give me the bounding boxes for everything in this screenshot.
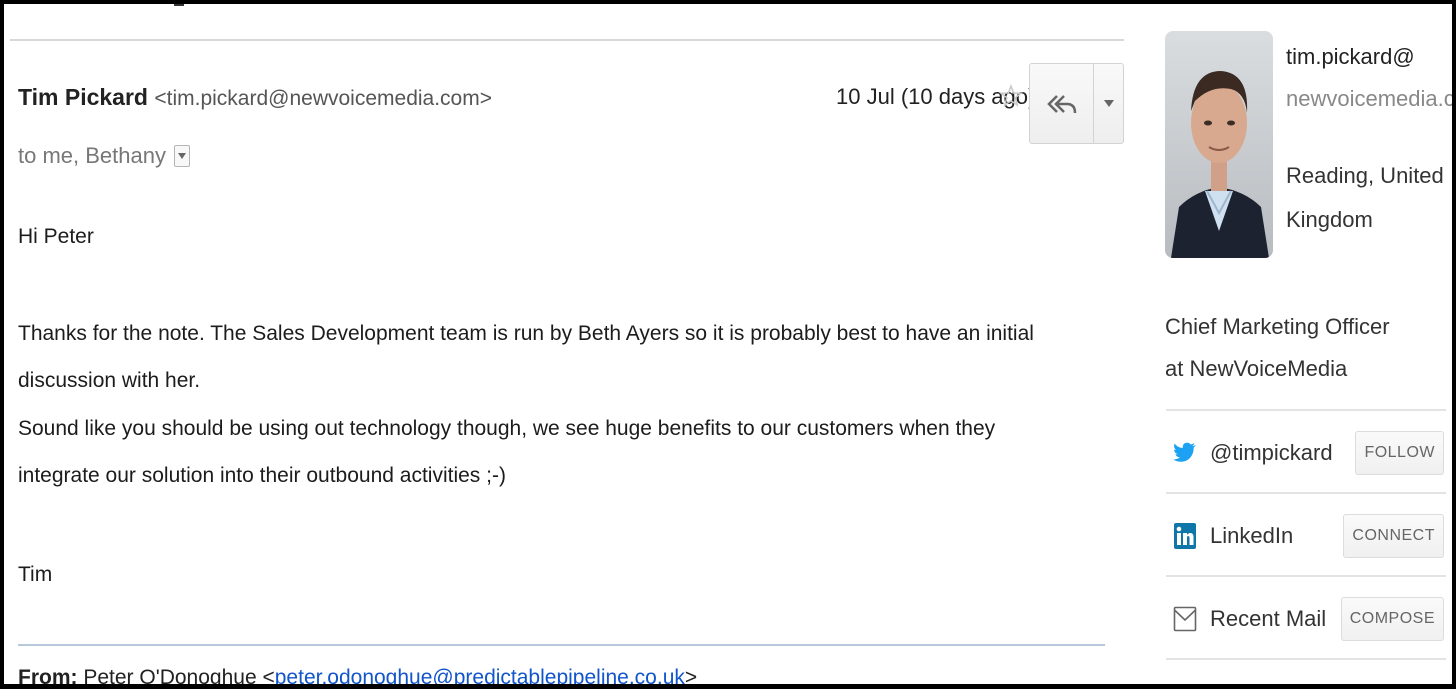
social-row-twitter: @timpickard FOLLOW xyxy=(1166,413,1446,493)
divider xyxy=(1166,492,1446,494)
recipients-text: to me, Bethany xyxy=(18,143,166,168)
social-row-mail: Recent Mail COMPOSE xyxy=(1166,579,1446,659)
caret-down-icon xyxy=(1103,100,1114,107)
body-paragraph: Sound like you should be using out techn… xyxy=(18,417,996,487)
divider xyxy=(1166,658,1446,660)
contact-email-user: tim.pickard@ xyxy=(1286,44,1415,69)
twitter-handle[interactable]: @timpickard xyxy=(1210,440,1355,466)
contact-job-title: Chief Marketing Officer at NewVoiceMedia xyxy=(1165,314,1390,381)
body-greeting: Hi Peter xyxy=(18,225,94,248)
from-lt: < xyxy=(262,666,275,689)
reply-all-icon xyxy=(1046,94,1076,113)
linkedin-label[interactable]: LinkedIn xyxy=(1210,523,1343,549)
twitter-icon xyxy=(1172,440,1198,466)
quote-divider xyxy=(18,644,1105,646)
reply-all-button[interactable] xyxy=(1030,64,1094,143)
quoted-from-line: From: Peter O'Donoghue <peter.odonoghue@… xyxy=(18,666,698,689)
email-view: Tim Pickard <tim.pickard@newvoicemedia.c… xyxy=(0,0,1456,689)
recipients-line: to me, Bethany xyxy=(18,143,190,169)
show-details-button[interactable] xyxy=(173,145,190,167)
from-gt: > xyxy=(684,666,698,689)
compose-button[interactable]: COMPOSE xyxy=(1340,597,1444,641)
caret-down-icon xyxy=(177,153,186,159)
divider xyxy=(1166,575,1446,577)
mail-icon xyxy=(1172,606,1198,632)
star-outline-icon xyxy=(999,84,1023,107)
header-fragment xyxy=(174,4,184,6)
body-signature: Tim xyxy=(18,563,53,586)
connect-button[interactable]: CONNECT xyxy=(1343,514,1444,558)
from-label: From: xyxy=(18,666,78,689)
social-row-linkedin: LinkedIn CONNECT xyxy=(1166,496,1446,576)
from-email-link[interactable]: peter.odonoghue@predictablepipeline.co.u… xyxy=(275,666,685,684)
avatar[interactable] xyxy=(1165,31,1273,258)
linkedin-icon xyxy=(1172,523,1198,549)
body-paragraph: Thanks for the note. The Sales Developme… xyxy=(18,322,1034,392)
sender-email: <tim.pickard@newvoicemedia.com> xyxy=(154,87,492,110)
from-name: Peter O'Donoghue xyxy=(83,666,257,689)
follow-button[interactable]: FOLLOW xyxy=(1355,431,1444,475)
recent-mail-label[interactable]: Recent Mail xyxy=(1210,606,1341,632)
sender-name[interactable]: Tim Pickard xyxy=(18,84,148,110)
sender-line: Tim Pickard <tim.pickard@newvoicemedia.c… xyxy=(18,84,492,111)
contact-email: tim.pickard@ newvoicemedia.com xyxy=(1286,36,1455,120)
profile-photo xyxy=(1165,31,1273,258)
divider xyxy=(10,39,1124,41)
reply-button-group xyxy=(1029,63,1124,144)
star-button[interactable] xyxy=(997,80,1025,112)
contact-email-domain: newvoicemedia.com xyxy=(1286,86,1455,111)
contact-location: Reading, United Kingdom xyxy=(1286,163,1444,232)
divider xyxy=(1166,409,1446,411)
more-actions-button[interactable] xyxy=(1094,64,1123,143)
